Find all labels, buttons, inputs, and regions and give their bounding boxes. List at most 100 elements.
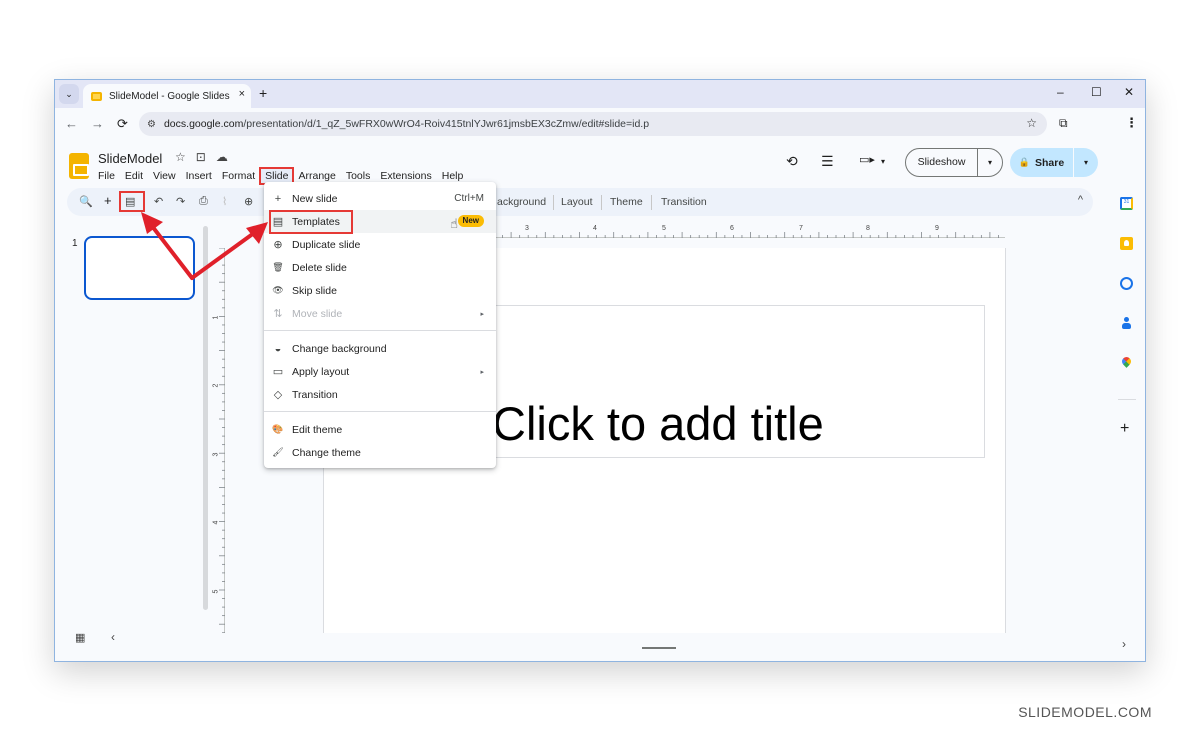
reload-icon[interactable]: ⟳: [117, 116, 128, 132]
url-host: docs.google.com: [163, 118, 244, 130]
move-icon: ⇅: [273, 308, 283, 320]
menu-file[interactable]: File: [93, 168, 120, 184]
ruler-label: 2: [212, 383, 220, 388]
paint-format-icon[interactable]: ⌇: [222, 195, 227, 208]
menu-edit[interactable]: Edit: [120, 168, 148, 184]
palette-icon: 🎨: [272, 424, 284, 434]
print-icon[interactable]: ⎙: [199, 195, 208, 208]
menu-item-skip-slide[interactable]: 👁 Skip slide: [264, 279, 496, 302]
templates-icon[interactable]: ▤: [125, 195, 135, 208]
keep-icon[interactable]: [1120, 237, 1133, 250]
share-main[interactable]: 🔒 Share: [1010, 148, 1074, 177]
star-icon[interactable]: ☆: [175, 150, 186, 164]
tasks-icon[interactable]: [1120, 277, 1133, 290]
meet-dropdown-icon[interactable]: ▾: [881, 157, 885, 166]
transition-button[interactable]: Transition: [661, 196, 707, 208]
site-info-icon[interactable]: ⚙: [147, 119, 156, 130]
filmstrip-scrollbar[interactable]: [203, 226, 208, 610]
collapse-filmstrip-icon[interactable]: ‹: [111, 630, 115, 644]
menu-item-transition[interactable]: ◇ Transition: [264, 383, 496, 406]
slideshow-label[interactable]: Slideshow: [906, 149, 978, 176]
ruler-label: 4: [212, 520, 220, 525]
menu-item-change-theme[interactable]: 🖌 Change theme: [264, 441, 496, 464]
menu-divider: [264, 411, 496, 412]
templates-menu-highlight: [269, 210, 353, 234]
menu-view[interactable]: View: [148, 168, 181, 184]
submenu-arrow-icon: ▸: [480, 310, 484, 318]
background-button[interactable]: ackground: [497, 196, 546, 208]
meet-icon[interactable]: ▭▸: [859, 153, 875, 166]
ruler-ticks: [219, 248, 225, 633]
close-window-icon[interactable]: ✕: [1124, 85, 1134, 99]
move-folder-icon[interactable]: ⊡: [196, 150, 206, 164]
comments-icon[interactable]: ☰: [821, 153, 834, 170]
slideshow-dropdown-icon[interactable]: ▾: [978, 158, 1002, 167]
slideshow-button[interactable]: Slideshow ▾: [905, 148, 1003, 177]
share-dropdown-icon[interactable]: ▾: [1074, 158, 1098, 167]
menu-item-change-background[interactable]: ◒ Change background: [264, 337, 496, 360]
back-icon[interactable]: ←: [65, 116, 78, 131]
share-label: Share: [1035, 156, 1065, 169]
toolbar-divider: [553, 195, 554, 210]
tab-search-button[interactable]: ⌄: [59, 84, 79, 104]
maximize-icon[interactable]: ☐: [1091, 85, 1102, 99]
new-slide-icon[interactable]: +: [104, 193, 112, 208]
menu-item-label: Edit theme: [292, 423, 343, 436]
doc-title[interactable]: SlideModel: [98, 151, 162, 166]
address-bar-row: ← → ⟳ ⚙ docs.google.com/presentation/d/1…: [55, 108, 1145, 140]
browser-tab[interactable]: SlideModel - Google Slides ×: [83, 84, 251, 108]
toolbar-divider: [651, 195, 652, 210]
menu-insert[interactable]: Insert: [181, 168, 217, 184]
menu-item-edit-theme[interactable]: 🎨 Edit theme: [264, 418, 496, 441]
contacts-icon[interactable]: [1120, 317, 1133, 330]
search-menus-icon[interactable]: 🔍: [79, 195, 93, 208]
menu-item-move-slide[interactable]: ⇅ Move slide ▸: [264, 302, 496, 325]
zoom-icon[interactable]: ⊕: [244, 195, 253, 208]
menu-item-new-slide[interactable]: + New slide Ctrl+M: [264, 187, 496, 210]
tab-strip: ⌄ SlideModel - Google Slides × + – ☐ ✕: [55, 80, 1145, 108]
collapse-toolbar-icon[interactable]: ^: [1078, 194, 1083, 206]
calendar-icon[interactable]: 31: [1120, 197, 1133, 210]
get-addons-icon[interactable]: +: [1120, 420, 1129, 438]
plus-icon: +: [274, 192, 282, 205]
minimize-icon[interactable]: –: [1057, 85, 1064, 99]
slide-thumbnail[interactable]: [84, 236, 195, 300]
extensions-icon[interactable]: ⧉: [1059, 116, 1068, 131]
forward-icon[interactable]: →: [91, 116, 104, 131]
chevron-down-icon: ⌄: [65, 88, 73, 99]
slides-logo-icon[interactable]: [69, 153, 89, 179]
browser-window: ⌄ SlideModel - Google Slides × + – ☐ ✕ ←…: [54, 79, 1146, 662]
share-button[interactable]: 🔒 Share ▾: [1010, 148, 1098, 177]
menu-item-label: Skip slide: [292, 284, 337, 297]
undo-icon[interactable]: ↶: [154, 195, 163, 208]
paint-roller-icon: 🖌: [272, 447, 284, 457]
ruler-label: 3: [525, 225, 529, 232]
menu-item-label: Delete slide: [292, 261, 347, 274]
watermark: SLIDEMODEL.COM: [1018, 704, 1152, 720]
expand-side-panel-icon[interactable]: ›: [1122, 637, 1126, 651]
menu-format[interactable]: Format: [217, 168, 260, 184]
menu-item-apply-layout[interactable]: ▭ Apply layout ▸: [264, 360, 496, 383]
side-panel-divider: [1118, 399, 1136, 400]
browser-menu-icon[interactable]: ⋮: [1125, 115, 1138, 131]
theme-button[interactable]: Theme: [610, 196, 643, 208]
layout-button[interactable]: Layout: [561, 196, 593, 208]
menu-divider: [264, 330, 496, 331]
menu-item-duplicate-slide[interactable]: ⊕ Duplicate slide: [264, 233, 496, 256]
title-placeholder-text[interactable]: Click to add title: [492, 396, 824, 451]
address-bar[interactable]: ⚙ docs.google.com/presentation/d/1_qZ_5w…: [139, 112, 1047, 136]
speaker-notes-handle[interactable]: [642, 647, 676, 649]
grid-view-icon[interactable]: ▦: [75, 631, 85, 644]
new-badge: New: [457, 215, 484, 227]
new-tab-button[interactable]: +: [259, 85, 267, 101]
bookmark-star-icon[interactable]: ☆: [1026, 116, 1037, 130]
shortcut-label: Ctrl+M: [454, 193, 484, 204]
version-history-icon[interactable]: ⟲: [786, 153, 798, 170]
maps-icon[interactable]: [1120, 357, 1133, 370]
menu-item-delete-slide[interactable]: 🗑 Delete slide: [264, 256, 496, 279]
redo-icon[interactable]: ↷: [176, 195, 185, 208]
close-tab-icon[interactable]: ×: [239, 88, 245, 100]
cloud-status-icon[interactable]: ☁: [216, 150, 228, 164]
menu-item-label: Change background: [292, 342, 387, 355]
ruler-label: 5: [212, 589, 220, 594]
